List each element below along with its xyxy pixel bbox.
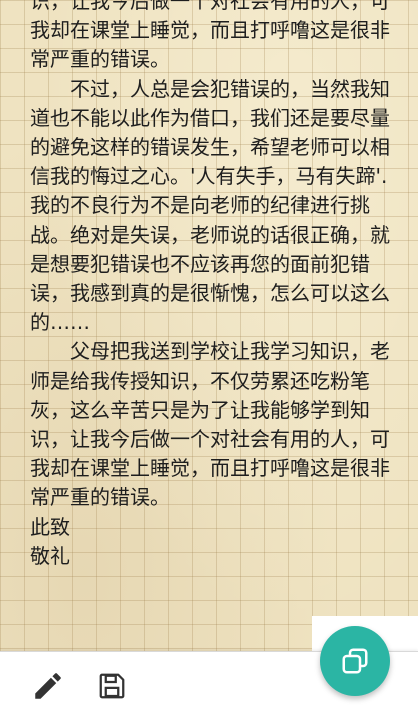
letter-body: 识，让我今后做一个对社会有用的人，可我却在课堂上睡觉，而且打呼噜这是很非常严重的… <box>30 0 398 571</box>
paragraph-3: 父母把我送到学校让我学习知识，老师是给我传授知识，不仅劳累还吃粉笔灰，这么辛苦只… <box>30 339 390 510</box>
copy-fab-button[interactable] <box>320 626 390 696</box>
copy-icon <box>342 648 368 674</box>
save-button[interactable] <box>92 666 132 706</box>
paragraph-1-continuation: 识，让我今后做一个对社会有用的人，可我却在课堂上睡觉，而且打呼噜这是很非常严重的… <box>30 0 390 72</box>
salute-line: 敬礼 <box>30 543 70 568</box>
edit-button[interactable] <box>28 666 68 706</box>
floppy-disk-icon <box>99 673 125 699</box>
pencil-icon <box>35 673 61 699</box>
closing-line: 此致 <box>30 514 70 539</box>
paragraph-2: 不过，人总是会犯错误的，当然我知道也不能以此作为借口，我们还是要尽量的避免这样的… <box>30 76 390 335</box>
